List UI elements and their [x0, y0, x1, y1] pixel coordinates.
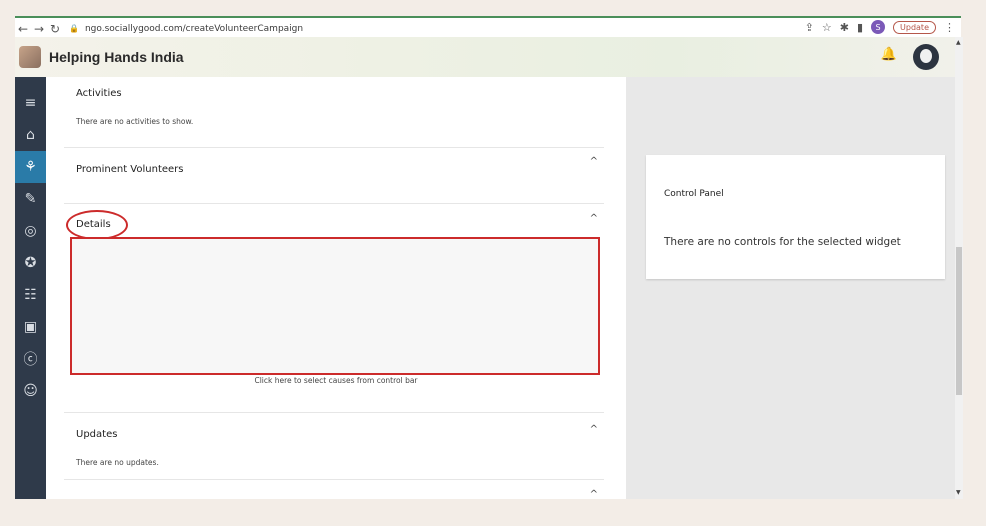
ngo-icon[interactable]: ▣: [15, 311, 46, 343]
next-section[interactable]: ^: [64, 480, 604, 499]
scroll-up-icon[interactable]: ▲: [956, 39, 961, 46]
back-icon[interactable]: ←: [15, 22, 31, 36]
star-icon[interactable]: ☆: [822, 21, 832, 34]
browser-toolbar: ← → ↻ 🔒 ngo.sociallygood.com/createVolun…: [15, 16, 961, 39]
chevron-up-icon[interactable]: ^: [590, 156, 598, 167]
csr-icon[interactable]: ⓒ: [15, 343, 46, 375]
app-header: Helping Hands India 🔔: [15, 37, 955, 77]
extensions-icon[interactable]: ✱: [840, 21, 849, 34]
chevron-up-icon[interactable]: ^: [590, 424, 598, 435]
chevron-up-icon[interactable]: ^: [590, 213, 598, 224]
url-text: ngo.sociallygood.com/createVolunteerCamp…: [84, 23, 304, 34]
chevron-up-icon[interactable]: ^: [590, 489, 598, 499]
reload-icon[interactable]: ↻: [47, 22, 63, 36]
forward-icon[interactable]: →: [31, 22, 47, 36]
prominent-volunteers-section[interactable]: Prominent Volunteers ^: [64, 148, 604, 204]
brand-name: Helping Hands India: [49, 49, 184, 65]
page-scrollbar[interactable]: ▲ ▼: [955, 37, 963, 499]
update-button[interactable]: Update: [893, 20, 936, 34]
target-icon[interactable]: ◎: [15, 215, 46, 247]
lock-icon: 🔒: [69, 24, 79, 33]
control-panel-title: Control Panel: [664, 189, 724, 199]
bell-icon[interactable]: 🔔: [881, 47, 897, 62]
scroll-thumb[interactable]: [956, 247, 962, 395]
scroll-down-icon[interactable]: ▼: [956, 489, 961, 496]
volunteer-icon[interactable]: ⚘: [15, 151, 46, 183]
main-panel: Activities There are no activities to sh…: [46, 77, 626, 499]
prominent-volunteers-title: Prominent Volunteers: [76, 164, 184, 175]
donate-icon[interactable]: ✎: [15, 183, 46, 215]
sidebar: ≡ ⌂ ⚘ ✎ ◎ ✪ ☷ ▣ ⓒ ☺: [15, 77, 46, 499]
activities-title: Activities: [76, 88, 122, 99]
activities-empty-text: There are no activities to show.: [76, 117, 194, 126]
menu-kebab-icon[interactable]: ⋮: [944, 21, 955, 34]
award-icon[interactable]: ✪: [15, 247, 46, 279]
updates-section[interactable]: Updates ^ There are no updates.: [64, 413, 604, 480]
sidepanel-icon[interactable]: ▮: [857, 21, 863, 34]
contacts-icon[interactable]: ☷: [15, 279, 46, 311]
updates-title: Updates: [76, 429, 118, 440]
causes-caption[interactable]: Click here to select causes from control…: [46, 376, 626, 385]
control-panel-card: Control Panel There are no controls for …: [646, 155, 945, 279]
activities-section: Activities There are no activities to sh…: [64, 77, 604, 148]
menu-icon[interactable]: ≡: [15, 87, 46, 119]
home-icon[interactable]: ⌂: [15, 119, 46, 151]
details-annotation-oval: [66, 210, 128, 240]
brand-logo: [19, 46, 41, 68]
updates-empty-text: There are no updates.: [76, 458, 159, 467]
causes-drop-area[interactable]: [70, 237, 600, 375]
profile-avatar[interactable]: S: [871, 20, 886, 34]
address-bar[interactable]: 🔒 ngo.sociallygood.com/createVolunteerCa…: [69, 24, 303, 34]
control-panel-message: There are no controls for the selected w…: [664, 236, 901, 248]
users-icon[interactable]: ☺: [15, 375, 46, 407]
user-avatar[interactable]: [913, 44, 939, 70]
share-icon[interactable]: ⇪: [805, 21, 814, 34]
right-area: Control Panel There are no controls for …: [626, 77, 955, 499]
